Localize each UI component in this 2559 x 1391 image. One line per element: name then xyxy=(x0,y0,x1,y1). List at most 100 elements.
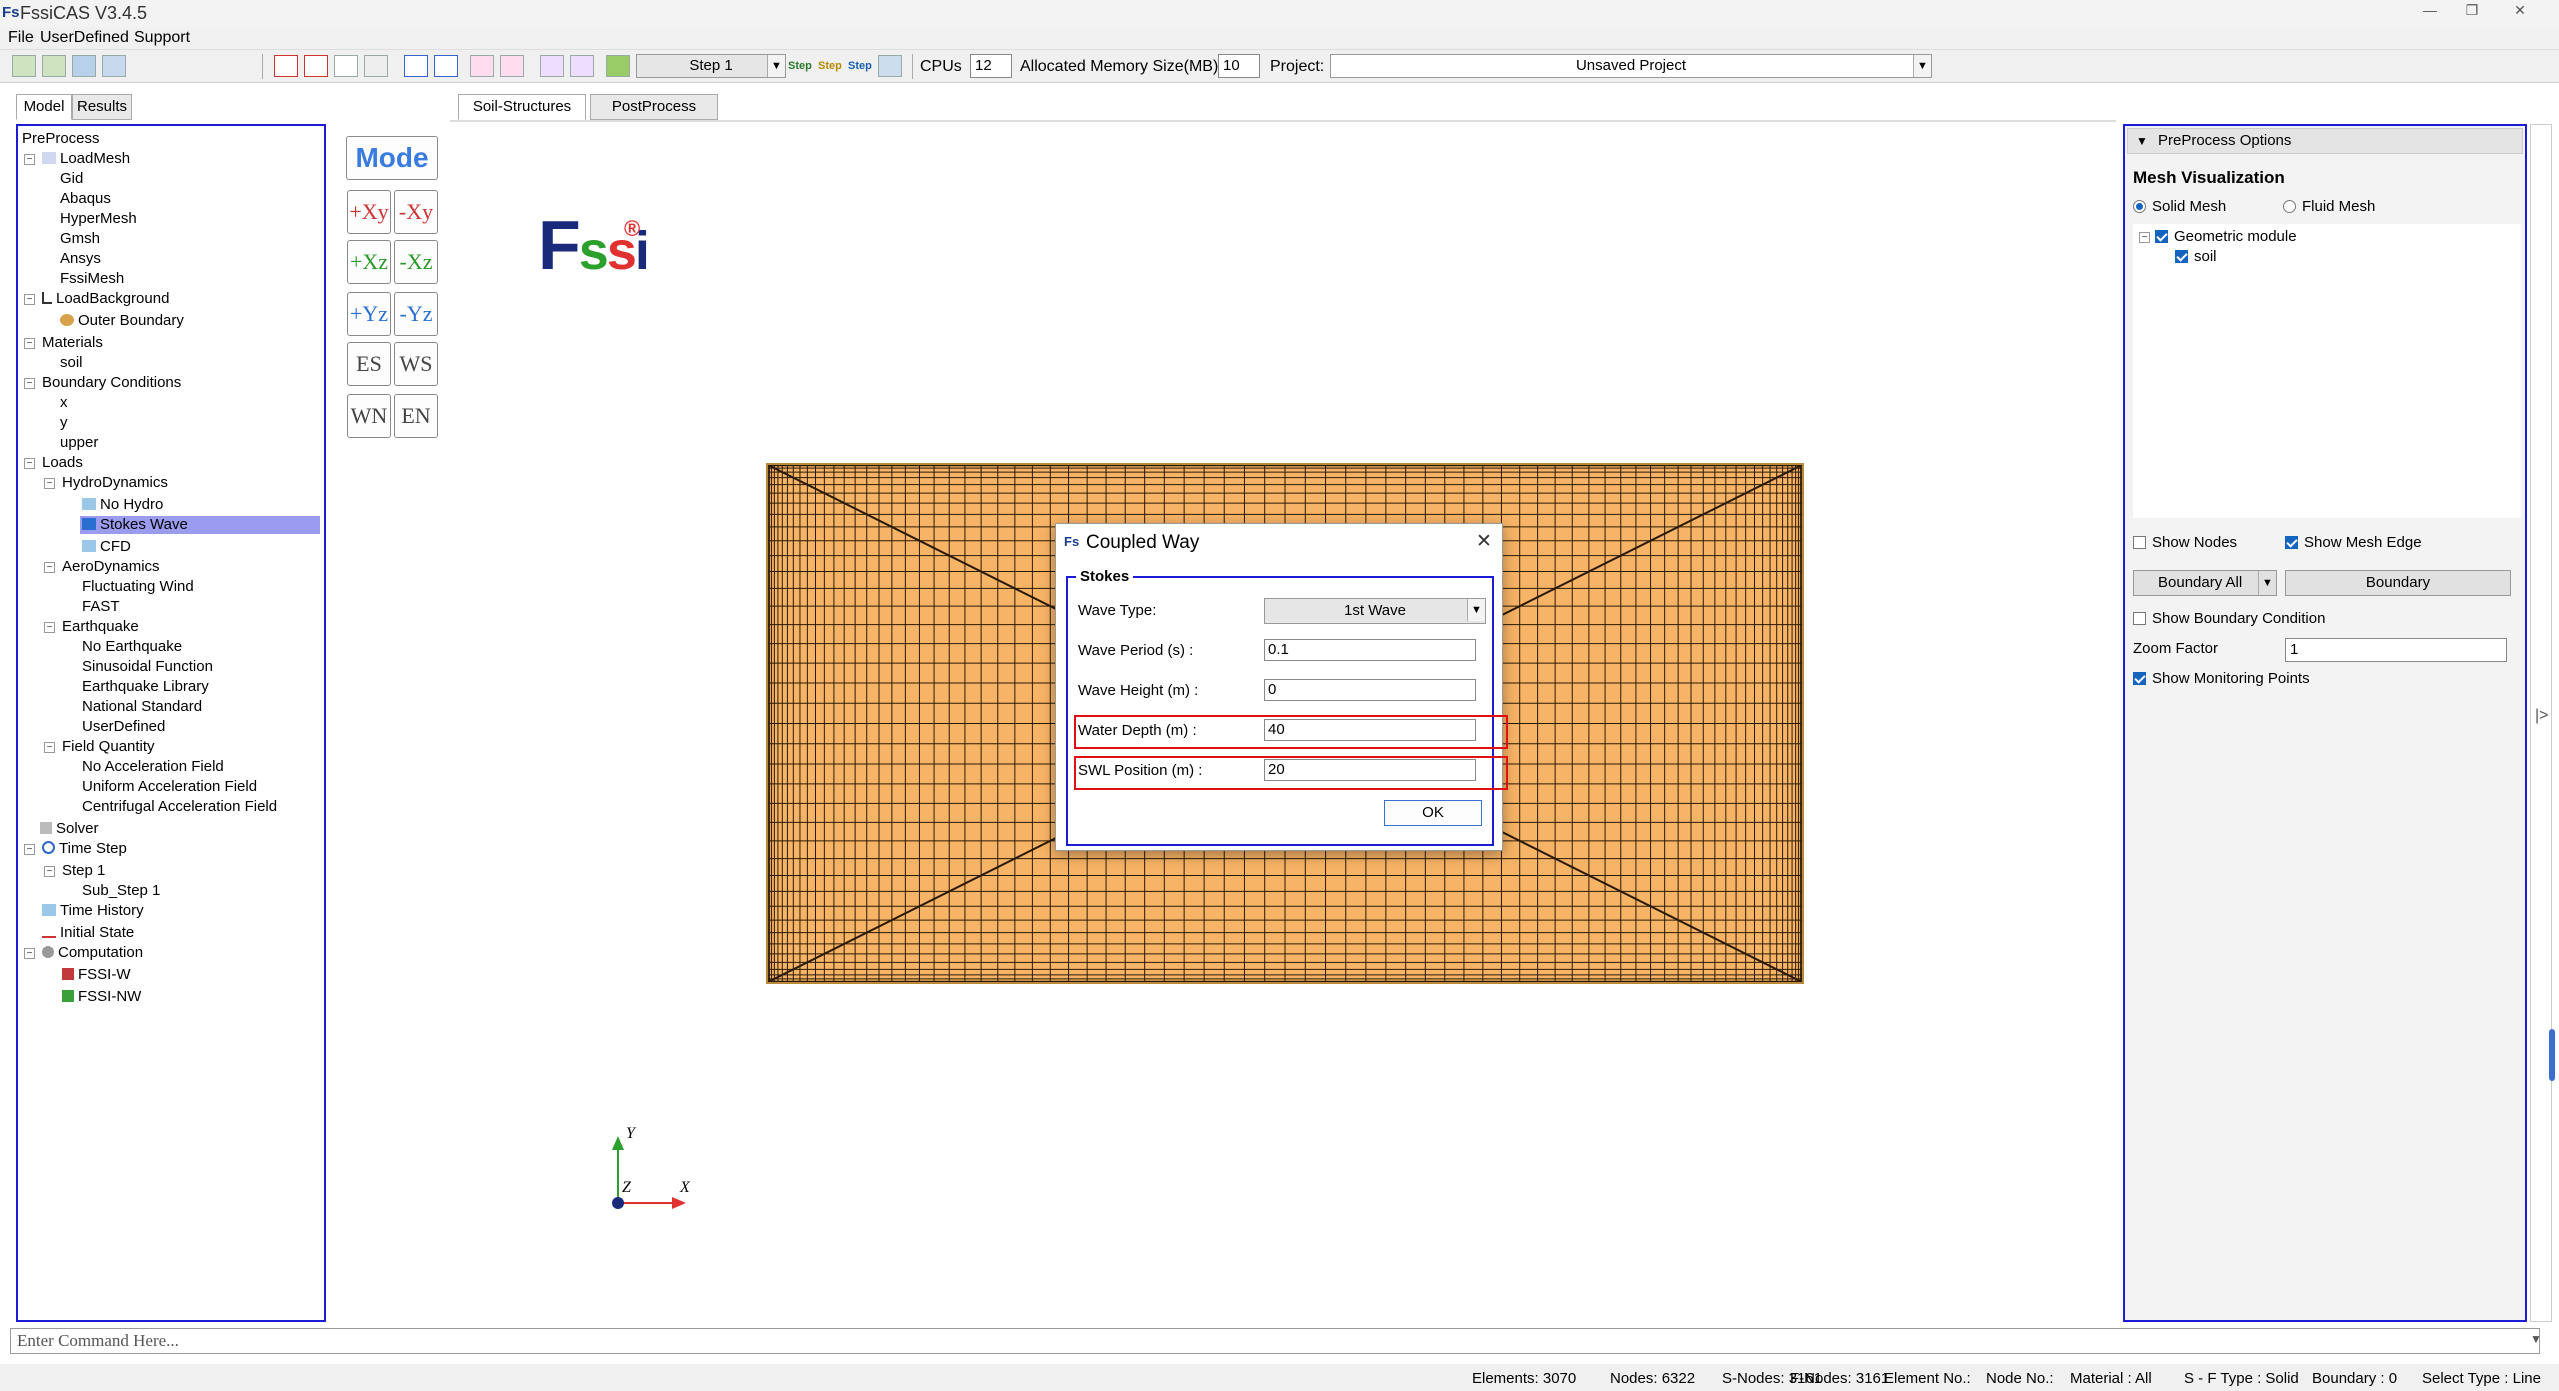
tree-fssi-nw[interactable]: FSSI-NW xyxy=(62,988,141,1006)
filter-icon[interactable] xyxy=(404,55,428,77)
view-minus-yz-button[interactable]: -Yz xyxy=(394,292,438,336)
tree-computation[interactable]: Computation xyxy=(42,944,143,962)
tab-soil-structures[interactable]: Soil-Structures xyxy=(458,94,586,120)
boundary-button[interactable]: Boundary xyxy=(2285,570,2511,596)
tree-stokes-wave[interactable]: Stokes Wave xyxy=(80,516,320,534)
step-button-3[interactable]: Step xyxy=(848,60,872,72)
tree-initial-state[interactable]: Initial State xyxy=(42,924,134,942)
mesh-edit-icon[interactable] xyxy=(364,55,388,77)
collapse-icon[interactable]: − xyxy=(24,844,35,855)
tree-hydrodynamics[interactable]: HydroDynamics xyxy=(62,474,168,492)
open-project-icon[interactable] xyxy=(42,55,66,77)
menu-support[interactable]: Support xyxy=(134,29,190,47)
view-wn-button[interactable]: WN xyxy=(347,394,391,438)
collapse-icon[interactable]: − xyxy=(44,742,55,753)
nodes-icon[interactable] xyxy=(470,55,494,77)
panel-header[interactable]: ▼ PreProcess Options xyxy=(2127,128,2523,154)
collapse-icon[interactable]: − xyxy=(24,378,35,389)
tree-outer-boundary[interactable]: Outer Boundary xyxy=(60,312,184,330)
mesh-grid-icon[interactable] xyxy=(274,55,298,77)
tree-no-hydro[interactable]: No Hydro xyxy=(82,496,163,514)
cpus-input[interactable]: 12 xyxy=(970,54,1012,78)
tree-gmsh[interactable]: Gmsh xyxy=(60,230,100,248)
tree-step1[interactable]: Step 1 xyxy=(62,862,105,880)
restore-icon[interactable]: ❐ xyxy=(2452,2,2492,24)
panel-toggle-icon[interactable] xyxy=(102,55,126,77)
tree-fssimesh[interactable]: FssiMesh xyxy=(60,270,124,288)
tree-field-quantity[interactable]: Field Quantity xyxy=(62,738,155,756)
tree-bc-upper[interactable]: upper xyxy=(60,434,98,452)
tree-gid[interactable]: Gid xyxy=(60,170,83,188)
tree-ansys[interactable]: Ansys xyxy=(60,250,101,268)
tree-substep1[interactable]: Sub_Step 1 xyxy=(82,882,160,900)
tree-userdefined[interactable]: UserDefined xyxy=(82,718,165,736)
collapse-icon[interactable]: − xyxy=(44,866,55,877)
view-en-button[interactable]: EN xyxy=(394,394,438,438)
tree-boundary-conditions[interactable]: Boundary Conditions xyxy=(42,374,181,392)
solid-mesh-radio[interactable]: Solid Mesh xyxy=(2133,198,2226,215)
view-plus-xy-button[interactable]: +Xy xyxy=(347,190,391,234)
tree-abaqus[interactable]: Abaqus xyxy=(60,190,111,208)
command-input[interactable]: Enter Command Here... xyxy=(10,1328,2540,1354)
step-button-1[interactable]: Step xyxy=(788,60,812,72)
collapse-icon[interactable]: − xyxy=(2139,232,2150,243)
wave-period-input[interactable]: 0.1 xyxy=(1264,639,1476,661)
fluid-mesh-radio[interactable]: Fluid Mesh xyxy=(2283,198,2375,215)
side-splitter[interactable]: |> xyxy=(2530,124,2555,1322)
soil-module-item[interactable]: soil xyxy=(2175,248,2217,266)
project-select[interactable]: Unsaved Project ▼ xyxy=(1330,54,1932,78)
collapse-icon[interactable]: − xyxy=(24,948,35,959)
tree-earthquake[interactable]: Earthquake xyxy=(62,618,139,636)
wave-height-input[interactable]: 0 xyxy=(1264,679,1476,701)
mode-button[interactable]: Mode xyxy=(346,136,438,180)
mesh-grid2-icon[interactable] xyxy=(304,55,328,77)
close-window-icon[interactable]: ✕ xyxy=(2500,2,2540,24)
collapse-icon[interactable]: − xyxy=(24,458,35,469)
wave-type-select[interactable]: 1st Wave ▼ xyxy=(1264,598,1486,624)
collapse-icon[interactable]: − xyxy=(44,478,55,489)
view-es-button[interactable]: ES xyxy=(347,342,391,386)
link2-icon[interactable] xyxy=(570,55,594,77)
tree-hypermesh[interactable]: HyperMesh xyxy=(60,210,137,228)
boundary-all-select[interactable]: Boundary All ▼ xyxy=(2133,570,2277,596)
tree-centrifugal-accel[interactable]: Centrifugal Acceleration Field xyxy=(82,798,277,816)
view-minus-xz-button[interactable]: -Xz xyxy=(394,240,438,284)
close-icon[interactable]: ✕ xyxy=(1476,530,1492,553)
tree-soil[interactable]: soil xyxy=(60,354,83,372)
collapse-icon[interactable]: − xyxy=(24,294,35,305)
memory-input[interactable]: 10 xyxy=(1218,54,1260,78)
view-plus-xz-button[interactable]: +Xz xyxy=(347,240,391,284)
tree-loads[interactable]: Loads xyxy=(42,454,83,472)
new-file-icon[interactable] xyxy=(12,55,36,77)
tree-eq-library[interactable]: Earthquake Library xyxy=(82,678,209,696)
tree-fssi-w[interactable]: FSSI-W xyxy=(62,966,131,984)
tree-sinusoidal[interactable]: Sinusoidal Function xyxy=(82,658,213,676)
collapse-icon[interactable]: − xyxy=(44,622,55,633)
tree-fast[interactable]: FAST xyxy=(82,598,120,616)
tree-solver[interactable]: Solver xyxy=(40,820,99,838)
geometric-module-item[interactable]: Geometric module xyxy=(2155,228,2297,246)
tab-results[interactable]: Results xyxy=(72,94,132,120)
tree-uniform-accel[interactable]: Uniform Acceleration Field xyxy=(82,778,257,796)
run-icon[interactable] xyxy=(878,55,902,77)
chevron-down-icon[interactable]: ▼ xyxy=(2530,1332,2542,1346)
tree-bc-y[interactable]: y xyxy=(60,414,68,432)
tab-postprocess[interactable]: PostProcess xyxy=(590,94,718,120)
save-icon[interactable] xyxy=(72,55,96,77)
tree-no-earthquake[interactable]: No Earthquake xyxy=(82,638,182,656)
collapse-icon[interactable]: − xyxy=(44,562,55,573)
view-plus-yz-button[interactable]: +Yz xyxy=(347,292,391,336)
scroll-thumb[interactable] xyxy=(2549,1029,2555,1081)
tree-loadmesh[interactable]: LoadMesh xyxy=(42,150,130,168)
minimize-icon[interactable]: — xyxy=(2410,2,2450,24)
view-ws-button[interactable]: WS xyxy=(394,342,438,386)
tree-no-accel[interactable]: No Acceleration Field xyxy=(82,758,224,776)
ok-button[interactable]: OK xyxy=(1384,800,1482,826)
menu-file[interactable]: File xyxy=(8,29,34,47)
show-monitoring-checkbox[interactable]: Show Monitoring Points xyxy=(2133,670,2310,687)
tree-loadbackground[interactable]: LoadBackground xyxy=(42,290,169,308)
zoom-factor-input[interactable]: 1 xyxy=(2285,638,2507,662)
tree-cfd[interactable]: CFD xyxy=(82,538,131,556)
tree-time-step[interactable]: Time Step xyxy=(42,840,127,858)
menu-userdefined[interactable]: UserDefined xyxy=(40,29,129,47)
